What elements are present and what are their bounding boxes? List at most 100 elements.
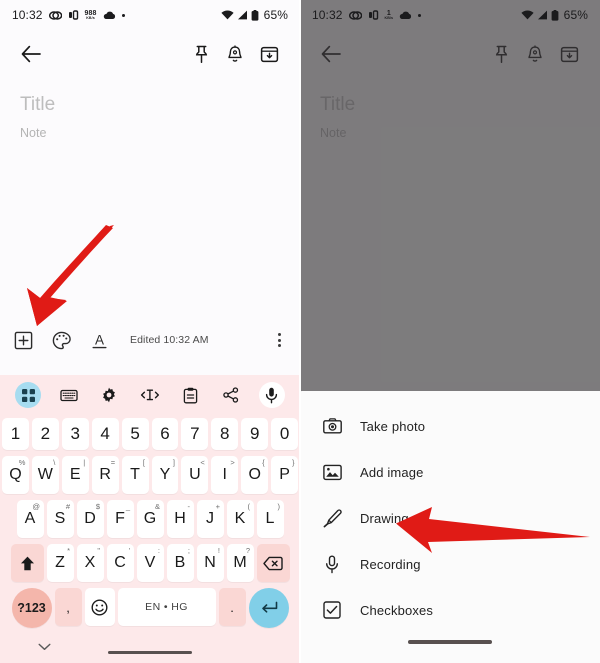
key-f-sup: _ (125, 501, 130, 511)
camera-icon (322, 416, 342, 436)
text-format-icon[interactable]: A (88, 329, 110, 351)
palette-icon[interactable] (50, 329, 72, 351)
more-options-icon[interactable] (270, 333, 288, 347)
key-4[interactable]: 4 (91, 418, 119, 450)
backspace-key[interactable] (256, 544, 290, 582)
key-a-main: A (24, 510, 36, 527)
keyboard-row-z: * Z " X ' C :V ; B ! N ? M (0, 541, 300, 585)
sheet-item-checkboxes[interactable]: Checkboxes (300, 587, 600, 633)
key-c-sup: ' (128, 545, 130, 555)
key-l[interactable]: ) L (256, 500, 284, 538)
key-p[interactable]: } P (271, 456, 299, 494)
key-n[interactable]: ! N (196, 544, 224, 582)
key-9[interactable]: 9 (241, 418, 269, 450)
key-i[interactable]: > I (211, 456, 239, 494)
key-d[interactable]: $ D (76, 500, 104, 538)
battery-icon (251, 9, 259, 21)
key-t-sup: [ (142, 457, 145, 467)
key-h[interactable]: -H (166, 500, 194, 538)
sync-icon (348, 10, 362, 21)
key-1[interactable]: 1 (1, 418, 29, 450)
key-t[interactable]: [T (121, 456, 149, 494)
vibrate-icon (68, 10, 79, 20)
back-button[interactable] (14, 37, 48, 71)
archive-icon[interactable] (252, 37, 286, 71)
key-c[interactable]: ' C (106, 544, 134, 582)
key-b-sup: ; (187, 545, 190, 555)
key-y[interactable]: ] Y (151, 456, 179, 494)
key-a[interactable]: @ A (16, 500, 44, 538)
gesture-bar[interactable] (408, 640, 492, 644)
signal-icon (237, 10, 248, 20)
clipboard-icon[interactable] (178, 382, 204, 408)
key-2[interactable]: 2 (31, 418, 59, 450)
key-w-main: W (37, 466, 53, 483)
text-edit-icon[interactable] (137, 382, 163, 408)
key-5[interactable]: 5 (121, 418, 149, 450)
hide-keyboard-icon[interactable] (38, 638, 51, 656)
key-v[interactable]: :V (136, 544, 164, 582)
sheet-label-recording: Recording (360, 556, 421, 572)
period-key[interactable]: . (218, 588, 246, 626)
emoji-icon[interactable] (84, 588, 115, 626)
gesture-bar[interactable] (108, 650, 192, 654)
key-0[interactable]: 0 (271, 418, 299, 450)
symbols-key[interactable]: ?123 (11, 588, 52, 628)
key-r[interactable]: = R (91, 456, 119, 494)
keyboard-row-a: @ A # S $ D _ F & G -H + J (K ) L (0, 497, 300, 541)
key-z-main: Z (55, 554, 65, 571)
enter-key[interactable] (248, 588, 289, 628)
key-m[interactable]: ? M (226, 544, 254, 582)
key-i-main: I (222, 466, 227, 483)
keyboard-icon[interactable] (56, 382, 82, 408)
key-e[interactable]: | E (61, 456, 89, 494)
key-o[interactable]: {O (241, 456, 269, 494)
key-i-sup: > (230, 457, 235, 467)
key-3[interactable]: 3 (61, 418, 89, 450)
key-7[interactable]: 7 (181, 418, 209, 450)
comma-key[interactable]: , (54, 588, 82, 626)
key-q[interactable]: % Q (1, 456, 29, 494)
signal-icon (537, 10, 548, 20)
space-key[interactable]: EN • HG (117, 588, 216, 626)
microphone-icon[interactable] (258, 382, 285, 408)
settings-gear-icon[interactable] (96, 382, 122, 408)
shift-key[interactable] (10, 544, 44, 582)
key-n-main: N (204, 554, 216, 571)
key-x[interactable]: " X (76, 544, 104, 582)
status-bar-time: 10:32 (12, 8, 43, 22)
key-u[interactable]: < U (181, 456, 209, 494)
note-title-placeholder[interactable]: Title (20, 92, 280, 119)
grid-apps-icon[interactable] (15, 382, 42, 408)
network-speed-unit: KB/s (86, 15, 95, 20)
key-b[interactable]: ; B (166, 544, 194, 582)
add-attachment-icon[interactable] (12, 329, 34, 351)
key-z[interactable]: * Z (46, 544, 74, 582)
battery-icon (551, 9, 559, 21)
note-editor[interactable]: Title Note (0, 78, 300, 140)
panel-divider (299, 0, 301, 663)
key-f[interactable]: _ F (106, 500, 134, 538)
pin-icon[interactable] (184, 37, 218, 71)
key-g[interactable]: & G (136, 500, 164, 538)
network-speed-unit: KB/s (384, 15, 394, 20)
key-6[interactable]: 6 (151, 418, 179, 450)
sheet-item-add-image[interactable]: Add image (300, 449, 600, 495)
key-8[interactable]: 8 (211, 418, 239, 450)
key-k[interactable]: (K (226, 500, 254, 538)
key-w[interactable]: \ W (31, 456, 59, 494)
key-s[interactable]: # S (46, 500, 74, 538)
status-bar-left: 10:32 1 KB/s (312, 8, 422, 22)
note-body-placeholder[interactable]: Note (20, 126, 280, 140)
sheet-item-drawing[interactable]: Drawing (300, 495, 600, 541)
share-icon[interactable] (218, 382, 244, 408)
sheet-item-recording[interactable]: Recording (300, 541, 600, 587)
key-k-main: K (234, 510, 246, 527)
right-screen: 10:32 1 KB/s 65% Take photo Add image Dr… (300, 0, 600, 663)
image-icon (322, 462, 342, 482)
sheet-item-take-photo[interactable]: Take photo (300, 403, 600, 449)
reminder-bell-icon[interactable] (218, 37, 252, 71)
keyboard-row-bottom: ?123 , EN • HG . (0, 585, 300, 631)
key-j[interactable]: + J (196, 500, 224, 538)
key-d-sup: $ (95, 501, 100, 511)
